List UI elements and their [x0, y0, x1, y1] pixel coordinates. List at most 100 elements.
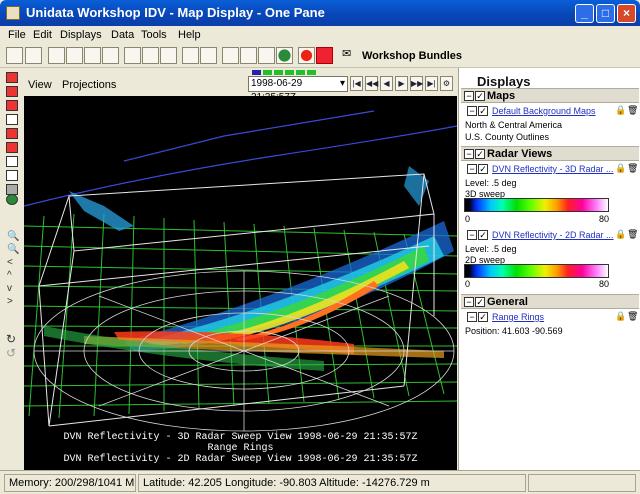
map-display[interactable]: DVN Reflectivity - 3D Radar Sweep View 1…: [24, 96, 457, 470]
window-title: Unidata Workshop IDV - Map Display - One…: [26, 5, 325, 20]
colorbar-min: 0: [465, 214, 471, 224]
stop-icon[interactable]: [316, 47, 333, 64]
menu-edit[interactable]: Edit: [33, 29, 52, 41]
frame-indicator[interactable]: [307, 70, 316, 75]
general-section-label: General: [487, 296, 528, 308]
menu-help[interactable]: Help: [178, 29, 201, 41]
new-window-icon[interactable]: [25, 47, 42, 64]
projections-menu[interactable]: Projections: [62, 79, 116, 91]
collapse-icon[interactable]: −: [467, 230, 477, 240]
radar-3d-checkbox[interactable]: ✓: [478, 164, 488, 174]
view-home-icon[interactable]: [6, 72, 18, 83]
view-west-icon[interactable]: [6, 142, 18, 153]
menu-displays[interactable]: Displays: [60, 29, 102, 41]
menu-data[interactable]: Data: [111, 29, 134, 41]
panel-title: Displays: [477, 74, 531, 89]
step-forward-icon[interactable]: ▶▶: [410, 76, 423, 91]
scissors-icon[interactable]: [200, 47, 217, 64]
maximize-button[interactable]: □: [596, 4, 615, 23]
globe-icon[interactable]: [276, 47, 293, 64]
view-bottom-icon[interactable]: [6, 100, 18, 111]
save-icon[interactable]: [84, 47, 101, 64]
open-folder-icon[interactable]: [66, 47, 83, 64]
open-icon[interactable]: [48, 47, 65, 64]
chart-icon[interactable]: [240, 47, 257, 64]
lock-icon[interactable]: 🔒: [615, 311, 626, 322]
pencil-icon[interactable]: [222, 47, 239, 64]
trash-icon[interactable]: 🗑: [627, 311, 638, 322]
view-north-icon[interactable]: [6, 114, 18, 125]
view-menu[interactable]: View: [28, 79, 52, 91]
close-button[interactable]: ×: [617, 4, 636, 23]
play-icon[interactable]: ▶: [395, 76, 408, 91]
collapse-icon[interactable]: −: [464, 297, 474, 307]
lightbulb-icon[interactable]: [142, 47, 159, 64]
map-canvas[interactable]: [24, 96, 457, 470]
collapse-icon[interactable]: −: [467, 312, 477, 322]
general-section-header[interactable]: − ✓ General: [461, 294, 639, 309]
chooser-icon[interactable]: [160, 47, 177, 64]
pan-down-icon[interactable]: v: [7, 282, 19, 295]
data-source-icon[interactable]: [124, 47, 141, 64]
last-frame-icon[interactable]: ▶|: [425, 76, 438, 91]
lock-icon[interactable]: 🔒: [615, 105, 626, 116]
maps-layer-checkbox[interactable]: ✓: [478, 106, 488, 116]
map-item: U.S. County Outlines: [465, 132, 550, 142]
maps-checkbox[interactable]: ✓: [475, 91, 485, 101]
radar-2d-checkbox[interactable]: ✓: [478, 230, 488, 240]
view-south-icon[interactable]: [6, 128, 18, 139]
transect-icon[interactable]: [258, 47, 275, 64]
range-rings-link[interactable]: Range Rings: [492, 312, 544, 322]
reset-view-icon[interactable]: [6, 170, 18, 181]
trash-icon[interactable]: 🗑: [627, 105, 638, 116]
general-checkbox[interactable]: ✓: [475, 297, 485, 307]
view-top-icon[interactable]: [6, 86, 18, 97]
frame-indicator[interactable]: [263, 70, 272, 75]
range-rings-checkbox[interactable]: ✓: [478, 312, 488, 322]
menu-file[interactable]: File: [8, 29, 26, 41]
time-selector[interactable]: 1998-06-29 21:35:57Z▾: [248, 76, 348, 103]
eraser-icon[interactable]: [182, 47, 199, 64]
radar-2d-colorbar[interactable]: [464, 264, 609, 278]
lock-icon[interactable]: 🔒: [615, 163, 626, 174]
workshop-bundles-label[interactable]: Workshop Bundles: [362, 50, 462, 62]
radar-3d-colorbar[interactable]: [464, 198, 609, 212]
frame-indicator[interactable]: [252, 70, 261, 75]
frame-indicator[interactable]: [285, 70, 294, 75]
trash-icon[interactable]: 🗑: [627, 163, 638, 174]
collapse-icon[interactable]: −: [464, 91, 474, 101]
new-icon[interactable]: [6, 47, 23, 64]
settings-icon[interactable]: ⚙: [440, 76, 453, 91]
maps-section-header[interactable]: − ✓ Maps: [461, 88, 639, 103]
collapse-icon[interactable]: −: [467, 106, 477, 116]
pan-left-icon[interactable]: <: [7, 256, 19, 269]
default-background-maps-link[interactable]: Default Background Maps: [492, 106, 596, 116]
bundle-icon: ✉: [342, 48, 352, 60]
collapse-icon[interactable]: −: [464, 149, 474, 159]
view-east-icon[interactable]: [6, 156, 18, 167]
first-frame-icon[interactable]: |◀: [350, 76, 363, 91]
radar-views-section-header[interactable]: − ✓ Radar Views: [461, 146, 639, 161]
disk-icon[interactable]: [102, 47, 119, 64]
radar-views-checkbox[interactable]: ✓: [475, 149, 485, 159]
play-back-icon[interactable]: ◀: [380, 76, 393, 91]
zoom-in-icon[interactable]: 🔍: [7, 230, 19, 243]
app-icon: [6, 6, 20, 20]
minimize-button[interactable]: _: [575, 4, 594, 23]
lock-icon[interactable]: 🔒: [615, 229, 626, 240]
rotate-icon[interactable]: ↻: [6, 332, 16, 346]
frame-indicator[interactable]: [274, 70, 283, 75]
record-icon[interactable]: [298, 47, 315, 64]
radar-2d-link[interactable]: DVN Reflectivity - 2D Radar ...: [492, 230, 614, 240]
pan-right-icon[interactable]: >: [7, 295, 19, 308]
pan-up-icon[interactable]: ^: [7, 269, 19, 282]
zoom-out-icon[interactable]: 🔍: [7, 243, 19, 256]
globe-view-icon[interactable]: [6, 194, 18, 205]
radar-3d-link[interactable]: DVN Reflectivity - 3D Radar ...: [492, 164, 614, 174]
menu-tools[interactable]: Tools: [141, 29, 167, 41]
rotate-back-icon[interactable]: ↺: [6, 346, 16, 360]
frame-indicator[interactable]: [296, 70, 305, 75]
collapse-icon[interactable]: −: [467, 164, 477, 174]
trash-icon[interactable]: 🗑: [627, 229, 638, 240]
step-back-icon[interactable]: ◀◀: [365, 76, 378, 91]
